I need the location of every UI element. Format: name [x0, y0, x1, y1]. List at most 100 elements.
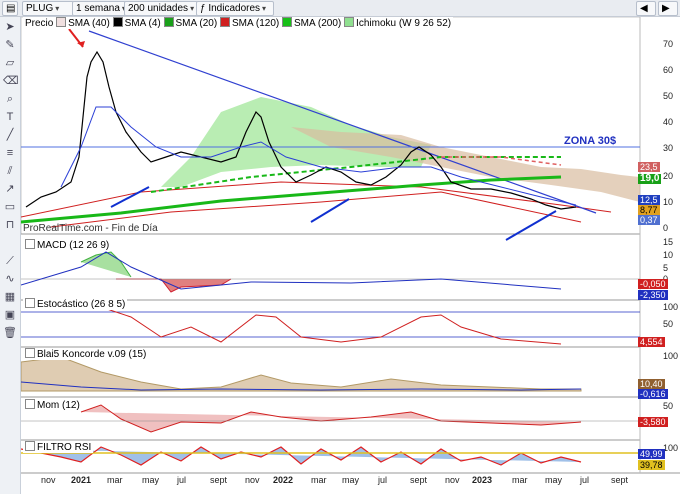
x-tick: sept [210, 475, 228, 485]
price-tag: 8,77 [638, 205, 660, 215]
x-tick: may [342, 475, 360, 485]
x-tick: jul [177, 475, 187, 485]
mom-area [80, 404, 582, 433]
stoch-label: Estocástico (26 8 5) [23, 298, 128, 310]
legend-sma40-swatch [56, 17, 67, 27]
koncorde-area [21, 356, 582, 392]
line-tool-icon[interactable]: ╱ [3, 129, 17, 142]
cursor-icon[interactable]: ➤ [3, 21, 17, 34]
ruler-icon[interactable]: ▱ [3, 57, 17, 70]
units-selector[interactable]: 200 unidades ▾ [124, 1, 198, 16]
symbol-label: PLUG [26, 3, 54, 14]
rsi-title: FILTRO RSI [37, 442, 92, 453]
chevron-down-icon: ▾ [190, 4, 195, 13]
stoch-title: Estocástico (26 8 5) [37, 299, 126, 310]
macd-tag: -2,350 [638, 290, 668, 300]
fibonacci-icon[interactable]: ≡ [3, 147, 17, 160]
mom-tick: 50 [663, 401, 674, 411]
x-tick: nov [445, 475, 460, 485]
panel-icon[interactable] [25, 441, 35, 451]
zona-label: ZONA 30$ [564, 135, 617, 147]
panel-icon[interactable] [25, 298, 35, 308]
y-tick: 40 [663, 117, 674, 127]
nav-prev-button[interactable]: ◀ [636, 1, 656, 16]
text-icon[interactable]: T [3, 111, 17, 124]
rsi-area [21, 446, 582, 466]
macd-tick: 10 [663, 250, 674, 260]
legend-sma40: SMA (40) [68, 18, 110, 29]
camera-icon[interactable]: ▣ [3, 309, 17, 322]
y-tick: 60 [663, 65, 674, 75]
legend-sma4: SMA (4) [124, 18, 161, 29]
legend-sma200-swatch [282, 17, 293, 27]
x-tick: 2021 [71, 475, 92, 485]
legend-sma120-swatch [219, 17, 230, 27]
legend-sma200: SMA (200) [294, 18, 342, 29]
legend-sma20-swatch [163, 17, 174, 27]
x-tick: sept [410, 475, 428, 485]
legend-ichimoku-swatch [344, 17, 355, 27]
panel-icon[interactable] [25, 399, 35, 409]
macd-label: MACD (12 26 9) [23, 239, 112, 251]
x-tick: sept [611, 475, 629, 485]
legend-ichimoku: Ichimoku (W 9 26 52) [356, 18, 452, 29]
stoch-tag: 4,554 [638, 337, 665, 347]
symbol-selector[interactable]: PLUG ▾ [22, 1, 74, 16]
grid-icon[interactable]: ▦ [3, 291, 17, 304]
arrow-tool-icon[interactable]: ↗ [3, 183, 17, 196]
shape-icon[interactable]: ▭ [3, 201, 17, 214]
macd-tick: 15 [663, 237, 674, 247]
legend-sma4-swatch [112, 17, 123, 27]
y-tick: 70 [663, 39, 674, 49]
stoch-tick: 50 [663, 319, 674, 329]
price-tag: 19,0 [638, 173, 662, 184]
x-tick: nov [41, 475, 56, 485]
chart-menu-icon[interactable]: ▤ [2, 1, 18, 16]
legend-price: Precio [25, 18, 54, 29]
magnet-icon[interactable]: ⊓ [3, 219, 17, 232]
units-label: 200 unidades [128, 3, 189, 14]
price-tag: 23,5 [638, 162, 660, 172]
top-toolbar: ▤ PLUG▾ 1 semana▾ 200 unidades▾ ƒ Indica… [0, 0, 680, 17]
koncorde-tag: 10,40 [638, 379, 665, 389]
channel-icon[interactable]: ⫽ [3, 165, 17, 178]
trend-icon[interactable]: ⟋ [3, 255, 17, 268]
nav-next-button[interactable]: ▶ [658, 1, 678, 16]
trash-icon[interactable]: 🗑 [3, 327, 17, 340]
chart-area[interactable]: Precio SMA (40) SMA (4) SMA (20) SMA (12… [21, 17, 680, 494]
stoch-tick: 100 [663, 302, 679, 312]
panel-icon[interactable] [25, 239, 35, 249]
koncorde-title: Blai5 Koncorde v.09 (15) [37, 349, 147, 360]
x-tick: mar [512, 475, 528, 485]
eraser-icon[interactable]: ⌫ [3, 75, 19, 88]
rsi-tag: 39,78 [638, 460, 665, 470]
source-label: ProRealTime.com - Fin de Día [23, 223, 158, 234]
koncorde-tick: 100 [663, 351, 679, 361]
mom-tag: -3,580 [638, 417, 668, 427]
indicators-label: Indicadores [208, 3, 261, 14]
legend-sma120: SMA (120) [231, 18, 280, 29]
chart-svg [21, 17, 680, 474]
price-tag: 0,37 [638, 215, 660, 225]
panel-icon[interactable] [25, 348, 35, 358]
chevron-down-icon: ▾ [262, 4, 267, 13]
timeframe-selector[interactable]: 1 semana▾ [72, 1, 126, 16]
rsi-tag: 49,99 [638, 449, 665, 459]
rsi-tick: 100 [663, 443, 679, 453]
legend-sma20: SMA (20) [175, 18, 218, 29]
mom-title: Mom (12) [37, 400, 80, 411]
pen-icon[interactable]: ✎ [3, 39, 17, 52]
y-tick: 10 [663, 197, 674, 207]
macd-title: MACD (12 26 9) [37, 240, 110, 251]
indicators-button[interactable]: ƒ Indicadores ▾ [196, 1, 274, 16]
zoom-icon[interactable]: ⌕ [3, 93, 17, 106]
y-tick: 0 [663, 223, 669, 233]
timeframe-label: 1 semana [76, 3, 120, 14]
macd-tag: -0,050 [638, 279, 668, 289]
x-tick: jul [580, 475, 590, 485]
y-tick: 30 [663, 143, 674, 153]
y-tick: 50 [663, 91, 674, 101]
x-tick: 2022 [273, 475, 294, 485]
x-tick: mar [107, 475, 123, 485]
wave-icon[interactable]: ∿ [3, 273, 17, 286]
